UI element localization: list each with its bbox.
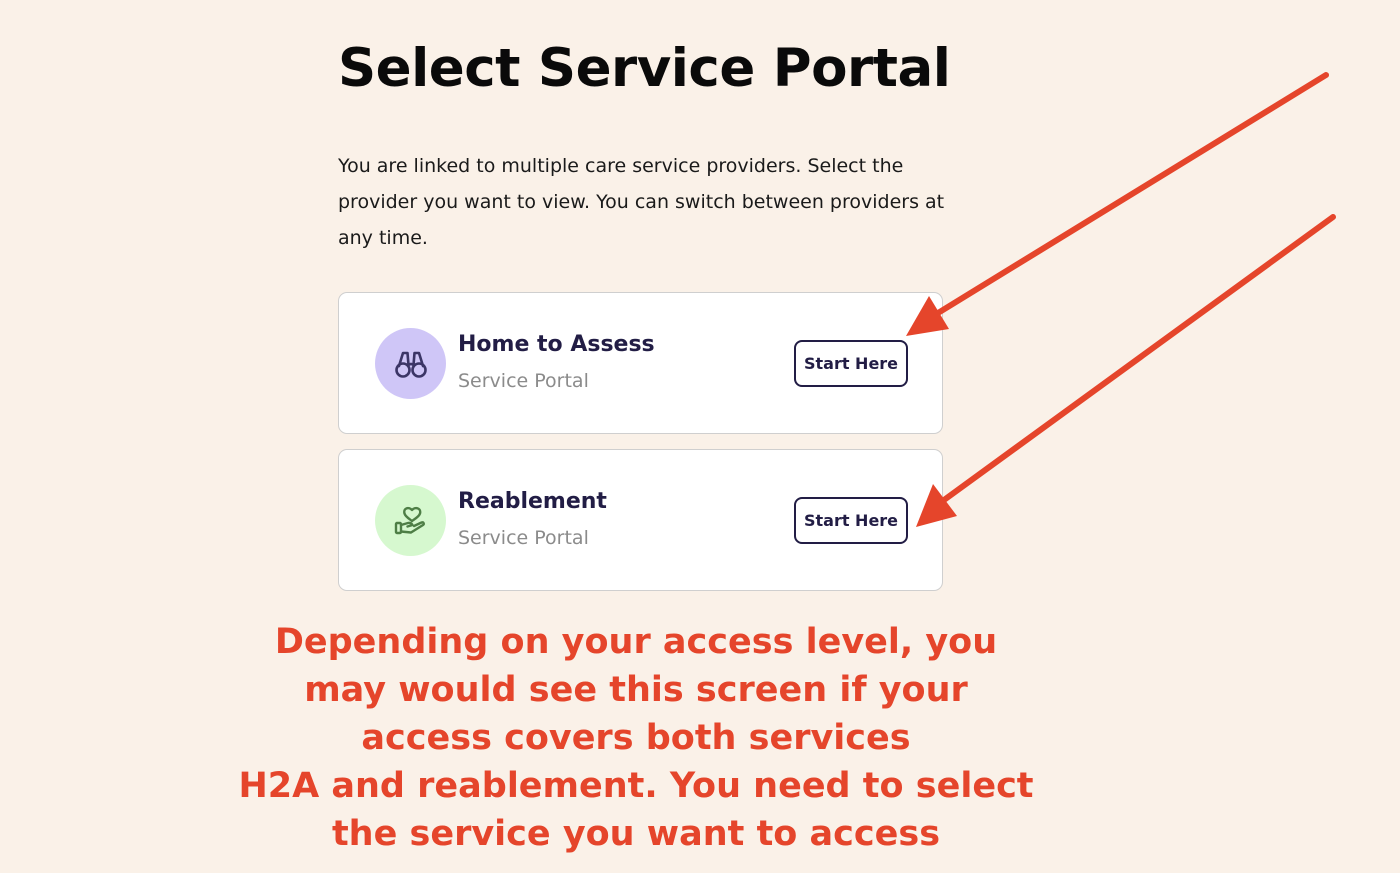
- annotation-line: H2A and reablement. You need to select: [238, 766, 1034, 806]
- portal-name: Home to Assess: [458, 332, 655, 357]
- annotation-line: the service you want to access: [331, 814, 941, 854]
- annotation-line: access covers both services: [361, 718, 911, 758]
- annotation-arrow-reablement: [916, 214, 1336, 527]
- annotation-arrow-home-to-assess: [906, 72, 1329, 336]
- annotation-line: may would see this screen if your: [304, 670, 968, 710]
- annotation-text: Depending on your access level, you may …: [180, 618, 1092, 858]
- hand-heart-icon: [375, 485, 446, 556]
- portal-card-reablement[interactable]: Reablement Service Portal Start Here: [338, 449, 943, 591]
- intro-text: You are linked to multiple care service …: [338, 155, 945, 249]
- page-title: Select Service Portal: [338, 38, 951, 99]
- portal-subtitle: Service Portal: [458, 370, 589, 392]
- portal-subtitle: Service Portal: [458, 527, 589, 549]
- annotation-line: Depending on your access level, you: [274, 622, 998, 662]
- start-here-button-reablement[interactable]: Start Here: [794, 497, 908, 544]
- binoculars-icon: [375, 328, 446, 399]
- portal-name: Reablement: [458, 489, 607, 514]
- portal-card-home-to-assess[interactable]: Home to Assess Service Portal Start Here: [338, 292, 943, 434]
- start-here-button-home-to-assess[interactable]: Start Here: [794, 340, 908, 387]
